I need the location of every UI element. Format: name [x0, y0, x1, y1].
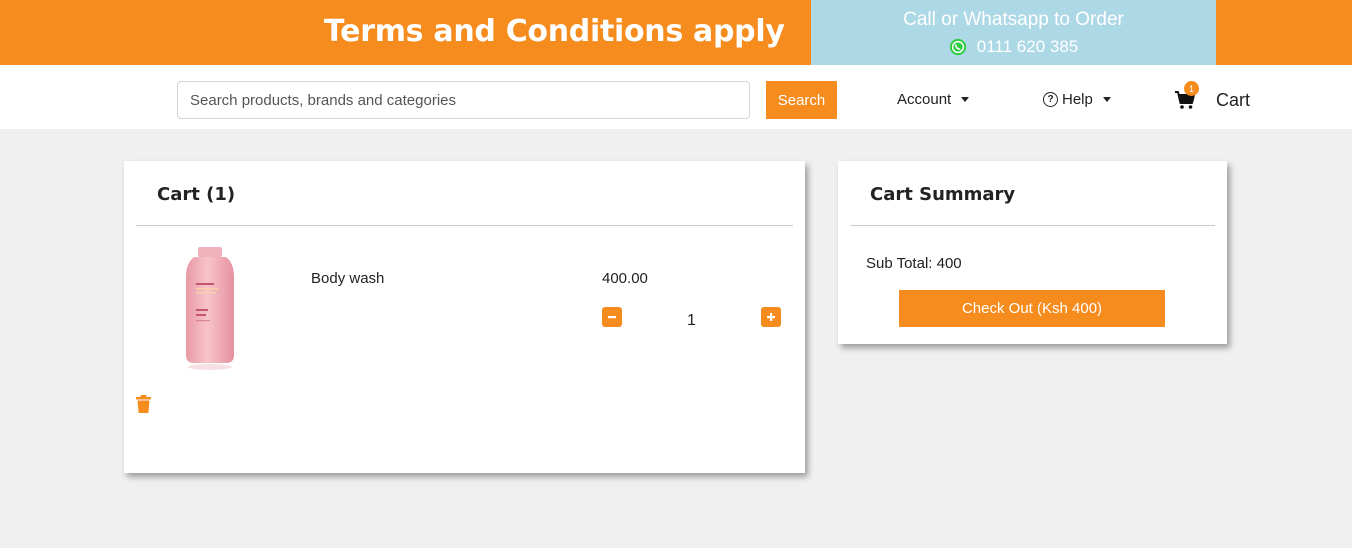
- product-image: [186, 247, 234, 370]
- help-icon: ?: [1043, 92, 1058, 107]
- phone-number: 0111 620 385: [976, 37, 1079, 56]
- phone-row: 0111 620 385: [811, 37, 1216, 57]
- checkout-button[interactable]: Check Out (Ksh 400): [899, 290, 1165, 327]
- help-dropdown[interactable]: ? Help: [1043, 91, 1111, 108]
- help-label: Help: [1062, 91, 1093, 108]
- divider: [136, 225, 793, 226]
- cart-summary-panel: Cart Summary Sub Total: 400 Check Out (K…: [838, 161, 1227, 344]
- call-to-order-text: Call or Whatsapp to Order: [903, 9, 1124, 30]
- summary-title: Cart Summary: [870, 184, 1016, 205]
- trash-icon[interactable]: [136, 395, 151, 413]
- account-label: Account: [897, 91, 952, 108]
- subtotal-text: Sub Total: 400: [866, 255, 962, 272]
- account-dropdown[interactable]: Account: [897, 91, 970, 108]
- decrease-quantity-button[interactable]: [602, 307, 622, 327]
- quantity-value: 1: [687, 312, 696, 329]
- cart-count-badge: 1: [1184, 81, 1199, 96]
- navbar: Search Account ? Help 1 Cart: [0, 65, 1352, 129]
- banner-title: Terms and Conditions apply: [324, 14, 785, 49]
- cart-panel: Cart (1) Body wash 400.00 1: [124, 161, 805, 473]
- cart-title: Cart (1): [157, 184, 236, 205]
- search-button[interactable]: Search: [766, 81, 837, 119]
- chevron-down-icon: [1102, 97, 1111, 102]
- cart-label: Cart: [1216, 90, 1251, 110]
- increase-quantity-button[interactable]: [761, 307, 781, 327]
- minus-icon: [608, 316, 616, 319]
- product-price: 400.00: [602, 270, 648, 287]
- chevron-down-icon: [961, 97, 970, 102]
- search-input[interactable]: [177, 81, 750, 119]
- top-banner: Terms and Conditions apply Call or Whats…: [0, 0, 1352, 65]
- call-to-order-box: Call or Whatsapp to Order 0111 620 385: [811, 0, 1216, 65]
- divider: [850, 225, 1215, 226]
- whatsapp-icon: [949, 38, 966, 56]
- product-name: Body wash: [311, 270, 385, 287]
- plus-icon: [767, 313, 775, 321]
